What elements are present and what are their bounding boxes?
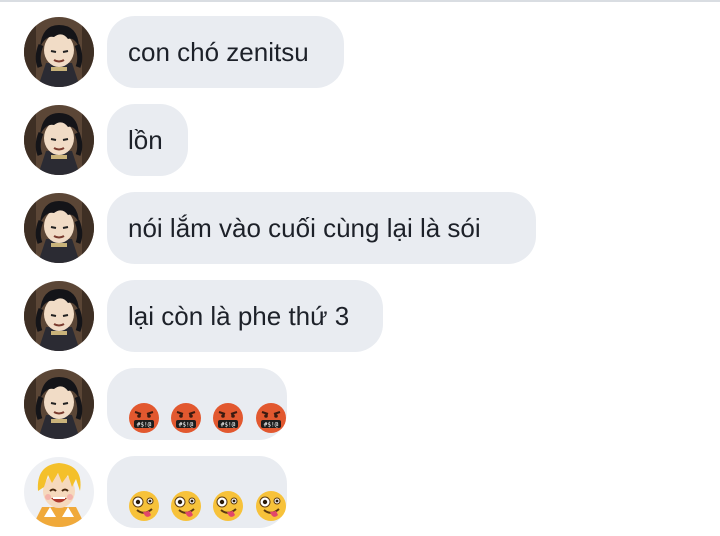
avatar[interactable]	[24, 457, 94, 527]
avatar[interactable]	[24, 17, 94, 87]
zany-face-icon	[171, 491, 202, 522]
zany-face-icon	[129, 491, 159, 522]
avatar[interactable]	[24, 369, 94, 439]
message-text: con chó zenitsu	[128, 37, 309, 67]
cursing-symbols: #$!@	[221, 422, 236, 429]
dark-hair-avatar-icon	[24, 369, 94, 439]
message-bubble[interactable]: lồn	[107, 104, 188, 176]
message-row[interactable]: lồn	[0, 102, 720, 176]
cursing-face-icon: #$!@	[129, 403, 159, 434]
cursing-face-icon: #$!@	[255, 403, 286, 434]
message-bubble[interactable]: nói lắm vào cuối cùng lại là sói	[107, 192, 536, 264]
message-row[interactable]: con chó zenitsu	[0, 14, 720, 88]
chat-thread: con chó zenitsu lồn nói lắm vào cuối cùn…	[0, 0, 720, 536]
zany-face-icon	[255, 491, 286, 522]
avatar[interactable]	[24, 193, 94, 263]
avatar[interactable]	[24, 105, 94, 175]
message-text: lồn	[128, 125, 163, 155]
message-row[interactable]: #$!@ #$!@ #$!@ #$!@	[0, 366, 720, 440]
message-bubble[interactable]: lại còn là phe thứ 3	[107, 280, 383, 352]
emoji-line	[128, 458, 290, 530]
cursing-face-icon: #$!@	[171, 403, 202, 434]
message-text: lại còn là phe thứ 3	[128, 301, 350, 331]
cursing-symbols: #$!@	[179, 422, 194, 429]
dark-hair-avatar-icon	[24, 105, 94, 175]
emoji-line: #$!@ #$!@ #$!@ #$!@	[128, 370, 290, 442]
message-bubble[interactable]: #$!@ #$!@ #$!@ #$!@	[107, 368, 287, 440]
message-row[interactable]	[0, 454, 720, 528]
avatar[interactable]	[24, 281, 94, 351]
dark-hair-avatar-icon	[24, 17, 94, 87]
dark-hair-avatar-icon	[24, 281, 94, 351]
zany-face-icon	[213, 491, 244, 522]
message-bubble[interactable]	[107, 456, 287, 528]
message-row[interactable]: lại còn là phe thứ 3	[0, 278, 720, 352]
message-text: nói lắm vào cuối cùng lại là sói	[128, 213, 481, 243]
cursing-symbols: #$!@	[137, 422, 152, 429]
dark-hair-avatar-icon	[24, 193, 94, 263]
message-bubble[interactable]: con chó zenitsu	[107, 16, 344, 88]
cursing-face-icon: #$!@	[213, 403, 244, 434]
cursing-symbols: #$!@	[263, 422, 278, 429]
blonde-hair-avatar-icon	[24, 457, 94, 527]
message-row[interactable]: nói lắm vào cuối cùng lại là sói	[0, 190, 720, 264]
